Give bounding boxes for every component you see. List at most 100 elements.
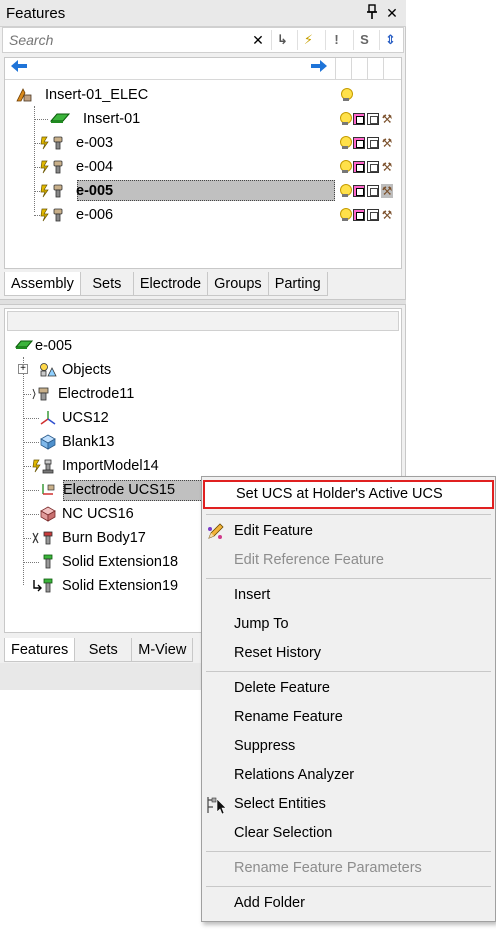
menu-item-edit-feature[interactable]: Edit Feature <box>202 517 495 546</box>
visibility-bulb-icon[interactable] <box>339 160 352 174</box>
menu-item-set-ucs-at-holder[interactable]: Set UCS at Holder's Active UCS <box>203 480 494 509</box>
tree-item-e-003[interactable]: e-003 <box>39 132 113 154</box>
tree-root-node[interactable]: Insert-01_ELEC <box>15 84 148 106</box>
tree-connector <box>23 538 31 539</box>
visibility-bulb-icon[interactable] <box>339 184 352 198</box>
tab-sets[interactable]: Sets <box>74 638 133 662</box>
clear-search-icon[interactable]: ✕ <box>247 30 269 50</box>
assembly-icon <box>15 87 32 103</box>
feature-item-ucs12[interactable]: UCS12 <box>39 407 109 429</box>
tree-item-insert-01[interactable]: Insert-01 <box>49 108 140 130</box>
tree-connector <box>23 442 39 443</box>
feature-item-solid-extension18[interactable]: Solid Extension18 <box>39 551 178 573</box>
wrench-icon[interactable]: ⚒ <box>381 184 393 198</box>
wrench-icon[interactable]: ⚒ <box>381 112 393 126</box>
feature-tree-header <box>7 311 399 331</box>
wrench-icon[interactable]: ⚒ <box>381 160 393 174</box>
menu-separator <box>206 886 491 887</box>
tree-connector <box>34 119 48 120</box>
menu-item-jump-to[interactable]: Jump To <box>202 610 495 639</box>
visibility-bulb-icon[interactable] <box>339 112 352 126</box>
menu-item-suppress[interactable]: Suppress <box>202 732 495 761</box>
column-header <box>351 58 367 80</box>
filter-warning-button[interactable]: ! <box>325 30 347 50</box>
menu-item-insert[interactable]: Insert <box>202 581 495 610</box>
filter-insert-button[interactable]: ↳ <box>271 30 293 50</box>
feature-item-importmodel14[interactable]: ImportModel14 <box>31 455 159 477</box>
feature-item-electrode11[interactable]: Electrode11 <box>31 383 134 405</box>
feature-item-solid-extension19[interactable]: Solid Extension19 <box>31 575 178 597</box>
menu-item-relations-analyzer[interactable]: Relations Analyzer <box>202 761 495 790</box>
menu-separator <box>206 851 491 852</box>
electrode-icon <box>39 159 67 175</box>
display-icon[interactable] <box>353 137 365 149</box>
filter-electrode-button[interactable]: ⚡ <box>297 30 319 50</box>
electrode-icon <box>39 183 67 199</box>
tab-electrode[interactable]: Electrode <box>132 272 209 296</box>
pin-icon[interactable] <box>364 4 380 22</box>
cube-icon[interactable] <box>367 209 379 221</box>
objects-icon <box>39 362 57 378</box>
feature-item-burn-body17[interactable]: Burn Body17 <box>31 527 146 549</box>
menu-item-clear-selection[interactable]: Clear Selection <box>202 819 495 848</box>
display-icon[interactable] <box>353 209 365 221</box>
tree-item-e-006[interactable]: e-006 <box>39 204 113 226</box>
feature-item-objects[interactable]: Objects <box>39 359 111 381</box>
menu-item-rename-feature[interactable]: Rename Feature <box>202 703 495 732</box>
column-header <box>367 58 383 80</box>
top-tabbar: Assembly Sets Electrode Groups Parting <box>4 272 328 296</box>
burn-body-icon <box>31 530 57 546</box>
visibility-bulb-icon[interactable] <box>339 208 352 222</box>
tab-features[interactable]: Features <box>4 638 76 662</box>
selection-highlight <box>77 180 335 201</box>
wrench-icon[interactable]: ⚒ <box>381 208 393 222</box>
tab-sets[interactable]: Sets <box>79 272 134 296</box>
cube-icon[interactable] <box>367 137 379 149</box>
menu-item-add-folder[interactable]: Add Folder <box>202 889 495 918</box>
tree-item-e-005[interactable]: e-005 <box>39 180 113 202</box>
menu-item-reset-history[interactable]: Reset History <box>202 639 495 668</box>
display-icon[interactable] <box>353 185 365 197</box>
display-icon[interactable] <box>353 161 365 173</box>
wrench-icon[interactable]: ⚒ <box>381 136 393 150</box>
menu-separator <box>206 578 491 579</box>
back-arrow-icon[interactable] <box>9 59 29 79</box>
feature-item-nc-ucs16[interactable]: NC UCS16 <box>39 503 134 525</box>
tree-item-e-004[interactable]: e-004 <box>39 156 113 178</box>
insert-icon <box>49 111 71 127</box>
status-icons: ⚒ <box>339 156 393 178</box>
tab-parting[interactable]: Parting <box>267 272 328 296</box>
solid-extension-icon <box>39 554 55 570</box>
feature-item-electrode-ucs15[interactable]: Electrode UCS15 <box>39 479 175 501</box>
search-input[interactable] <box>5 30 245 50</box>
menu-item-select-entities[interactable]: Select Entities <box>202 790 495 819</box>
tab-m-view[interactable]: M-View <box>131 638 194 662</box>
tab-groups[interactable]: Groups <box>207 272 269 296</box>
forward-arrow-icon[interactable] <box>309 59 329 79</box>
tree-connector <box>23 466 31 467</box>
feature-tree-root[interactable]: e-005 <box>14 335 72 357</box>
solid-extension-icon <box>31 578 57 594</box>
panel-splitter[interactable] <box>0 299 406 305</box>
cube-icon[interactable] <box>367 185 379 197</box>
tree-connector <box>23 490 39 491</box>
electrode-icon <box>39 207 67 223</box>
menu-item-rename-feature-parameters: Rename Feature Parameters <box>234 860 422 876</box>
tree-connector <box>23 394 31 395</box>
panel-title: Features <box>6 5 66 22</box>
feature-item-blank13[interactable]: Blank13 <box>39 431 114 453</box>
tab-assembly[interactable]: Assembly <box>4 272 81 296</box>
visibility-bulb-icon[interactable] <box>339 136 352 150</box>
cube-icon[interactable] <box>367 113 379 125</box>
expand-collapse-button[interactable]: ⇕ <box>379 30 401 50</box>
status-icons: ⚒ <box>339 132 393 154</box>
display-icon[interactable] <box>353 113 365 125</box>
cube-icon[interactable] <box>367 161 379 173</box>
menu-item-edit-reference-feature: Edit Reference Feature <box>234 552 384 568</box>
column-header <box>383 58 399 80</box>
expand-toggle[interactable]: + <box>18 364 28 374</box>
filter-sets-button[interactable]: S <box>353 30 375 50</box>
menu-item-delete-feature[interactable]: Delete Feature <box>202 674 495 703</box>
bottom-tabbar: Features Sets M-View <box>4 638 194 662</box>
close-icon[interactable]: ✕ <box>384 4 400 22</box>
